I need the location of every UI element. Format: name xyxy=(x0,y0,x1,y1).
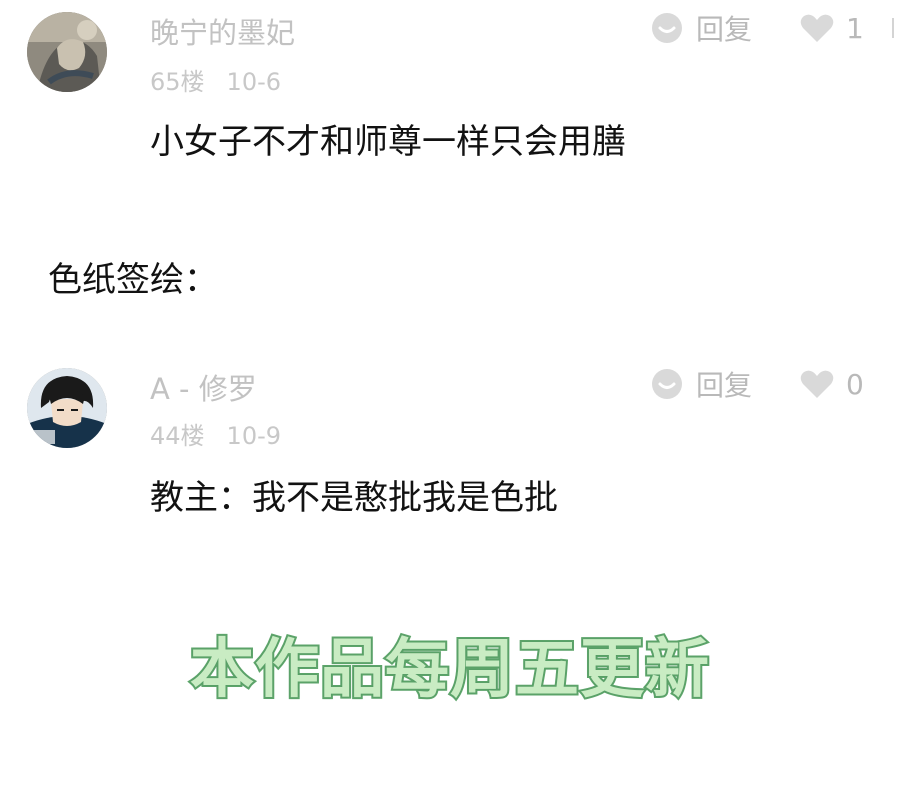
floor-number: 44楼 xyxy=(150,422,205,450)
comment-meta: 44楼 10-9 xyxy=(150,416,281,451)
like-button[interactable]: 1 xyxy=(800,8,864,48)
user-avatar[interactable] xyxy=(27,368,107,448)
comment-text: 教主：我不是憨批我是色批 xyxy=(150,478,558,518)
reply-label: 回复 xyxy=(696,13,753,46)
like-button[interactable]: 0 xyxy=(800,364,864,404)
like-count: 0 xyxy=(846,367,864,401)
comment-item: A - 修罗 44楼 10-9 回复 0 教主：我不是憨批我是色批 xyxy=(0,360,900,540)
reply-label: 回复 xyxy=(696,369,753,402)
comment-text: 小女子不才和师尊一样只会用膳 xyxy=(150,122,626,162)
username[interactable]: 晚宁的墨妃 xyxy=(150,10,295,52)
user-avatar[interactable] xyxy=(27,12,107,92)
chat-bubble-icon xyxy=(652,13,682,43)
username[interactable]: A - 修罗 xyxy=(150,366,257,408)
comment-meta: 65楼 10-6 xyxy=(150,62,281,97)
comment-date: 10-9 xyxy=(226,422,282,450)
chat-bubble-icon xyxy=(652,369,682,399)
comment-item: 晚宁的墨妃 65楼 10-6 回复 1 小女子不才和师尊一样只会用膳 xyxy=(0,0,900,220)
reply-button[interactable]: 回复 xyxy=(650,8,752,48)
scroll-edge-indicator xyxy=(892,18,900,38)
section-label: 色纸签绘： xyxy=(48,260,218,300)
floor-number: 65楼 xyxy=(150,68,205,96)
heart-icon xyxy=(800,370,834,398)
update-schedule-banner: 本作品每周五更新 xyxy=(188,631,711,709)
reply-button[interactable]: 回复 xyxy=(650,364,752,404)
heart-icon xyxy=(800,14,834,42)
like-count: 1 xyxy=(846,11,864,45)
comment-date: 10-6 xyxy=(226,68,282,96)
